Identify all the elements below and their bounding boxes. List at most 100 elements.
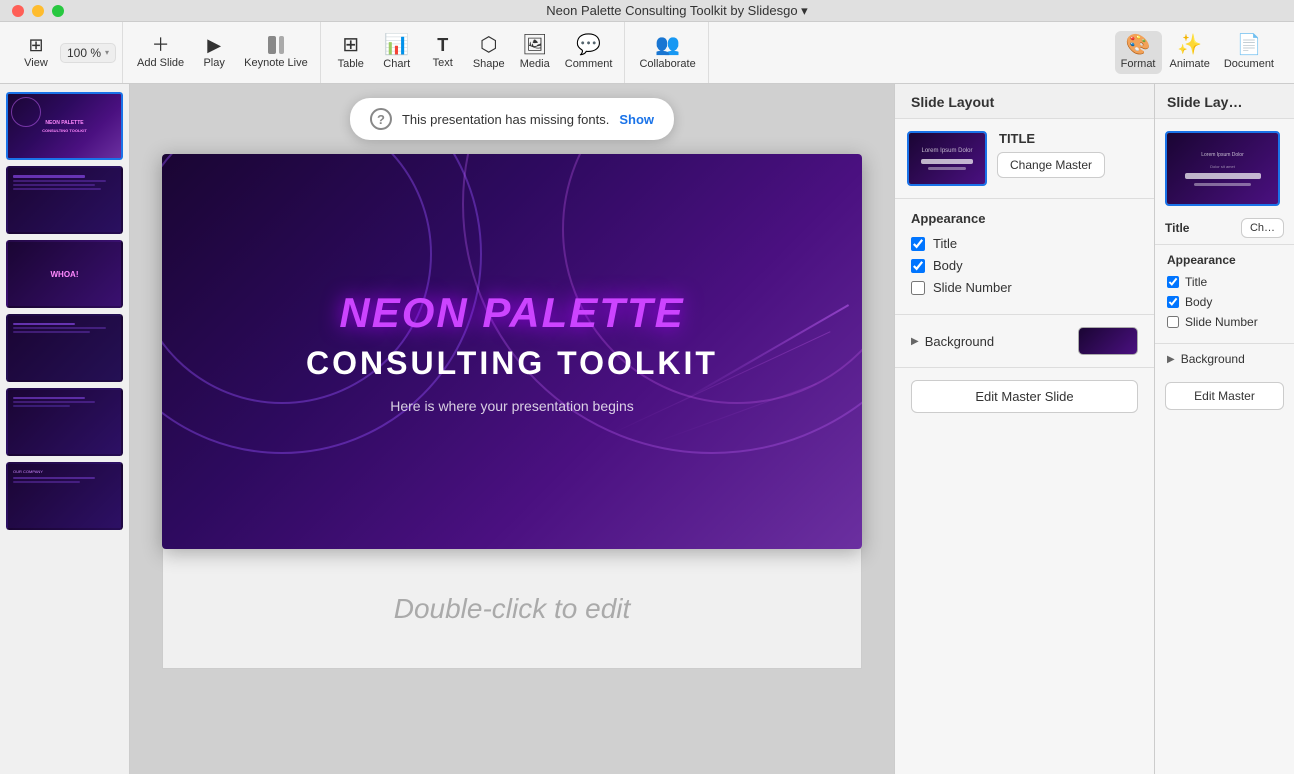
slide-thumb-5[interactable]: 5 — [6, 388, 123, 456]
format-background-label: Background — [1181, 352, 1245, 366]
slide-number-checkbox-label: Slide Number — [933, 280, 1012, 295]
slide-thumb-1[interactable]: 1 NEON PALETTE CONSULTING TOOLKIT — [6, 92, 123, 160]
chart-icon: 📊 — [384, 35, 409, 55]
sub-slide-area[interactable]: Double-click to edit — [162, 549, 862, 669]
body-checkbox[interactable] — [911, 259, 925, 273]
missing-fonts-show-button[interactable]: Show — [619, 112, 654, 127]
body-checkbox-label: Body — [933, 258, 963, 273]
change-master-button[interactable]: Change Master — [997, 152, 1105, 178]
layout-title-label: TITLE — [997, 131, 1035, 146]
layout-picker: Lorem Ipsum Dolor TITLE Change Master — [895, 119, 1154, 199]
format-button[interactable]: 🎨 Format — [1115, 31, 1162, 74]
toolbar-group-right: 🎨 Format ✨ Animate 📄 Document — [1109, 22, 1286, 83]
format-layout-lorem2: Dolor sit amet — [1210, 164, 1235, 169]
background-expand-arrow[interactable]: ▶ — [911, 336, 919, 347]
format-change-button[interactable]: Ch… — [1241, 218, 1284, 238]
slide-thumb-inner-3: WHOA! — [6, 240, 123, 308]
maximize-button[interactable] — [52, 5, 64, 17]
format-background-row: ▶ Background — [1167, 352, 1282, 366]
table-icon: ⊞ — [342, 35, 359, 55]
background-row: ▶ Background — [911, 327, 1138, 355]
slide-title2: CONSULTING TOOLKIT — [306, 345, 718, 382]
missing-fonts-banner: ? This presentation has missing fonts. S… — [350, 98, 674, 140]
format-layout-line2 — [1194, 183, 1251, 186]
toolbar: ⊞ View 100 % ▾ ＋ Add Slide ▶ Play Keynot… — [0, 22, 1294, 84]
comment-icon: 💬 — [576, 35, 601, 55]
format-body-checkbox[interactable] — [1167, 296, 1179, 308]
animate-icon: ✨ — [1177, 35, 1202, 55]
close-button[interactable] — [12, 5, 24, 17]
zoom-control[interactable]: 100 % ▾ — [60, 43, 116, 63]
background-swatch[interactable] — [1078, 327, 1138, 355]
animate-button[interactable]: ✨ Animate — [1164, 31, 1216, 74]
slide-layout-panel: Slide Layout Lorem Ipsum Dolor TITLE Cha… — [894, 84, 1154, 774]
slide-number-checkbox[interactable] — [911, 281, 925, 295]
toolbar-group-slide: ＋ Add Slide ▶ Play Keynote Live — [125, 22, 321, 83]
format-icon: 🎨 — [1126, 35, 1151, 55]
comment-label: Comment — [565, 58, 613, 70]
format-title-checkbox[interactable] — [1167, 276, 1179, 288]
collaborate-icon: 👥 — [655, 35, 680, 55]
appearance-section: Appearance Title Body Slide Number — [895, 199, 1154, 315]
comment-button[interactable]: 💬 Comment — [559, 31, 619, 74]
format-background-section: ▶ Background — [1155, 343, 1294, 374]
slide-thumb-inner-2 — [6, 166, 123, 234]
add-slide-button[interactable]: ＋ Add Slide — [131, 32, 190, 73]
slide-title1: NEON PALETTE — [339, 289, 684, 337]
layout-thumb-bg: Lorem Ipsum Dolor — [909, 133, 985, 184]
view-label: View — [24, 57, 48, 69]
layout-thumb-line1 — [921, 159, 972, 164]
slide-thumb-4[interactable]: 4 — [6, 314, 123, 382]
zoom-value: 100 % — [67, 46, 101, 60]
document-button[interactable]: 📄 Document — [1218, 31, 1280, 74]
text-button[interactable]: T Text — [421, 32, 465, 73]
media-button[interactable]: 🖼 Media — [513, 31, 557, 74]
format-body-checkbox-label: Body — [1185, 295, 1212, 309]
title-checkbox[interactable] — [911, 237, 925, 251]
slide-thumb-3[interactable]: 3 WHOA! — [6, 240, 123, 308]
format-edit-master-button[interactable]: Edit Master — [1165, 382, 1284, 410]
shape-button[interactable]: ⬡ Shape — [467, 31, 511, 74]
media-label: Media — [520, 58, 550, 70]
keynote-live-button[interactable]: Keynote Live — [238, 32, 314, 73]
background-section: ▶ Background — [895, 315, 1154, 368]
keynote-live-label: Keynote Live — [244, 57, 308, 69]
text-icon: T — [437, 36, 448, 54]
titlebar: Neon Palette Consulting Toolkit by Slide… — [0, 0, 1294, 22]
play-label: Play — [203, 57, 224, 69]
format-layout-bg: Lorem Ipsum Dolor Dolor sit amet — [1167, 133, 1278, 204]
format-background-expand-arrow[interactable]: ▶ — [1167, 354, 1175, 365]
slide-layout-header: Slide Layout — [895, 84, 1154, 119]
format-panel: Slide Lay… Lorem Ipsum Dolor Dolor sit a… — [1154, 84, 1294, 774]
slide-thumb-inner-1: NEON PALETTE CONSULTING TOOLKIT — [6, 92, 123, 160]
slide-thumb-6[interactable]: 6 OUR COMPANY — [6, 462, 123, 530]
appearance-title: Appearance — [911, 211, 1138, 226]
layout-thumb-line2 — [928, 167, 966, 170]
format-appearance-section: Appearance Title Body Slide Number — [1155, 244, 1294, 343]
slide-img-1: NEON PALETTE CONSULTING TOOLKIT — [8, 94, 121, 158]
main-layout: 1 NEON PALETTE CONSULTING TOOLKIT 2 — [0, 84, 1294, 774]
document-label: Document — [1224, 58, 1274, 70]
add-slide-label: Add Slide — [137, 57, 184, 69]
format-layout-lorem: Lorem Ipsum Dolor — [1201, 152, 1244, 158]
edit-master-slide-button[interactable]: Edit Master Slide — [911, 380, 1138, 413]
format-layout-thumb[interactable]: Lorem Ipsum Dolor Dolor sit amet — [1165, 131, 1280, 206]
layout-right: TITLE Change Master — [997, 131, 1105, 186]
format-layout-line1 — [1185, 173, 1261, 179]
table-button[interactable]: ⊞ Table — [329, 31, 373, 74]
title-checkbox-row: Title — [911, 236, 1138, 251]
play-button[interactable]: ▶ Play — [192, 32, 236, 73]
format-slide-number-checkbox[interactable] — [1167, 316, 1179, 328]
view-button[interactable]: ⊞ View — [14, 32, 58, 73]
missing-fonts-text: This presentation has missing fonts. — [402, 112, 609, 127]
slide-thumb-2[interactable]: 2 — [6, 166, 123, 234]
chart-button[interactable]: 📊 Chart — [375, 31, 419, 74]
minimize-button[interactable] — [32, 5, 44, 17]
layout-thumb-lorem: Lorem Ipsum Dolor — [921, 148, 972, 154]
slide-thumb-inner-4 — [6, 314, 123, 382]
collaborate-button[interactable]: 👥 Collaborate — [633, 31, 701, 74]
toolbar-group-view: ⊞ View 100 % ▾ — [8, 22, 123, 83]
layout-thumb-container: Lorem Ipsum Dolor — [907, 131, 987, 186]
layout-thumb[interactable]: Lorem Ipsum Dolor — [907, 131, 987, 186]
slide-number-checkbox-row: Slide Number — [911, 280, 1138, 295]
